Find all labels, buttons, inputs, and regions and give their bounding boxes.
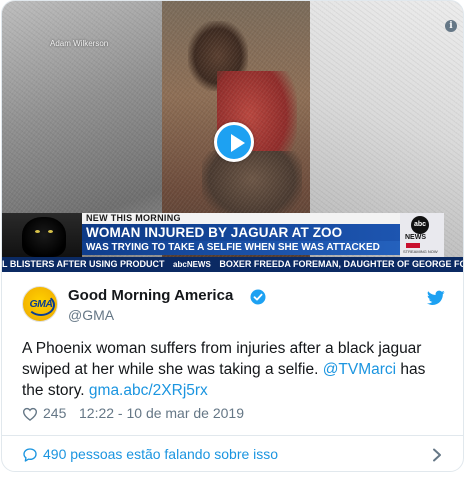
tweet-timestamp[interactable]: 12:22 - 10 de mar de 2019 xyxy=(79,405,244,421)
abc-logo-mark: abc xyxy=(411,216,429,234)
mention-link[interactable]: @TVMarci xyxy=(323,361,396,378)
avatar[interactable]: GMA xyxy=(22,286,58,322)
ticker-logo: abcNEWS xyxy=(173,260,211,269)
heart-icon[interactable] xyxy=(22,406,38,422)
abc-news-logo: abc NEWS STREAMING NOW xyxy=(400,213,444,257)
jaguar-thumbnail xyxy=(22,217,66,257)
news-ticker: L BLISTERS AFTER USING PRODUCT abcNEWS B… xyxy=(2,257,463,272)
verified-badge-icon xyxy=(250,289,266,305)
tweet-text: A Phoenix woman suffers from injuries af… xyxy=(22,338,447,401)
tweet-card: Adam Wilkerson i NEW THIS MORNING WOMAN … xyxy=(1,0,464,472)
author-handle[interactable]: @GMA xyxy=(68,307,114,323)
info-icon[interactable]: i xyxy=(445,20,457,32)
ticker-text-left: L BLISTERS AFTER USING PRODUCT xyxy=(2,259,165,269)
conversation-count-text[interactable]: 490 pessoas estão falando sobre isso xyxy=(43,446,278,462)
play-button[interactable] xyxy=(214,122,254,162)
streaming-label: STREAMING NOW xyxy=(403,249,438,254)
video-player[interactable]: Adam Wilkerson i NEW THIS MORNING WOMAN … xyxy=(2,1,463,272)
lower-third-headline: WOMAN INJURED BY JAGUAR AT ZOO xyxy=(82,224,400,241)
avatar-logo: GMA xyxy=(29,298,54,310)
lower-third-image xyxy=(2,213,82,257)
like-count[interactable]: 245 xyxy=(43,405,66,421)
live-indicator xyxy=(406,243,420,248)
lower-third-kicker: NEW THIS MORNING xyxy=(82,213,400,224)
jaguar-eye xyxy=(35,230,40,233)
tweet-header: GMA Good Morning America @GMA xyxy=(2,272,463,332)
comment-bubble-icon xyxy=(23,448,37,462)
author-name[interactable]: Good Morning America xyxy=(68,287,233,304)
conversation-link[interactable]: 490 pessoas estão falando sobre isso xyxy=(2,436,463,471)
twitter-bird-icon[interactable] xyxy=(427,290,445,306)
video-credit: Adam Wilkerson xyxy=(50,39,109,48)
jaguar-eye xyxy=(48,230,53,233)
abc-logo-news: NEWS xyxy=(405,234,426,241)
play-icon xyxy=(231,134,245,152)
ticker-text-right: BOXER FREEDA FOREMAN, DAUGHTER OF GEORGE… xyxy=(219,259,463,269)
lower-third-detail: WAS TRYING TO TAKE A SELFIE WHEN SHE WAS… xyxy=(82,241,400,255)
chevron-right-icon xyxy=(433,448,441,462)
url-link[interactable]: gma.abc/2XRj5rx xyxy=(89,382,208,399)
